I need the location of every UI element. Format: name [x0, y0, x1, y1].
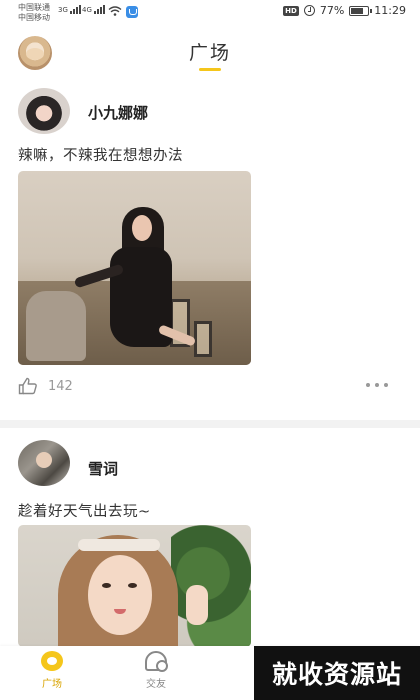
photo-person-face [132, 215, 152, 241]
photo-lantern [194, 321, 212, 357]
post-text: 辣嘛，不辣我在想想办法 [18, 148, 183, 164]
app-notification-icon [126, 6, 138, 18]
tab-label: 广场 [42, 679, 62, 690]
post-avatar[interactable] [18, 88, 70, 134]
friends-icon [145, 651, 168, 672]
post-actions: 142 [0, 377, 420, 401]
photo-headband [78, 539, 160, 551]
battery-icon [349, 5, 373, 16]
photo-plants [171, 525, 251, 647]
thumbs-up-icon[interactable] [18, 377, 38, 395]
title-active-indicator [199, 68, 221, 71]
tab-square[interactable]: 广场 [22, 646, 82, 700]
post-username[interactable]: 雪词 [88, 458, 118, 479]
carrier-1: 中国联通 [18, 3, 50, 12]
square-icon [41, 651, 63, 671]
page-title: 广场 [188, 42, 231, 64]
network-type-2: 4G [82, 6, 92, 14]
photo-person-face [88, 555, 152, 635]
like-count: 142 [48, 379, 73, 394]
carrier-2: 中国移动 [18, 13, 50, 22]
photo-person-hand [186, 585, 208, 625]
photo-person-eye [102, 583, 111, 588]
post-username[interactable]: 小九娜娜 [88, 102, 148, 123]
status-bar: 中国联通 中国移动 3G 4G HD 77% 11:29 [0, 0, 420, 26]
signal-icon: 3G [58, 5, 81, 14]
app-screen: 中国联通 中国移动 3G 4G HD 77% 11:29 广场 小九娜娜 辣嘛，… [0, 0, 420, 700]
watermark: 就收资源站 [254, 646, 420, 700]
battery-percent: 77% [319, 4, 345, 17]
post-avatar[interactable] [18, 440, 70, 486]
alarm-icon [303, 5, 315, 16]
post-photo[interactable] [18, 525, 251, 647]
post-divider [0, 420, 420, 428]
network-type-1: 3G [58, 6, 68, 14]
signal-icon-2: 4G [82, 5, 105, 14]
wifi-icon [108, 6, 122, 16]
carrier-info: 中国联通 中国移动 [18, 3, 50, 23]
tab-friends[interactable]: 交友 [126, 646, 186, 700]
clock: 11:29 [374, 4, 406, 17]
post-photo[interactable] [18, 171, 251, 365]
status-right: HD 77% 11:29 [283, 4, 406, 17]
hd-icon: HD [283, 5, 299, 16]
photo-chair [26, 291, 86, 361]
photo-person-eye [128, 583, 137, 588]
page-header: 广场 [0, 26, 420, 84]
post-text: 趁着好天气出去玩~ [18, 504, 151, 520]
tab-label: 交友 [146, 679, 166, 690]
more-options-icon[interactable] [366, 383, 388, 387]
